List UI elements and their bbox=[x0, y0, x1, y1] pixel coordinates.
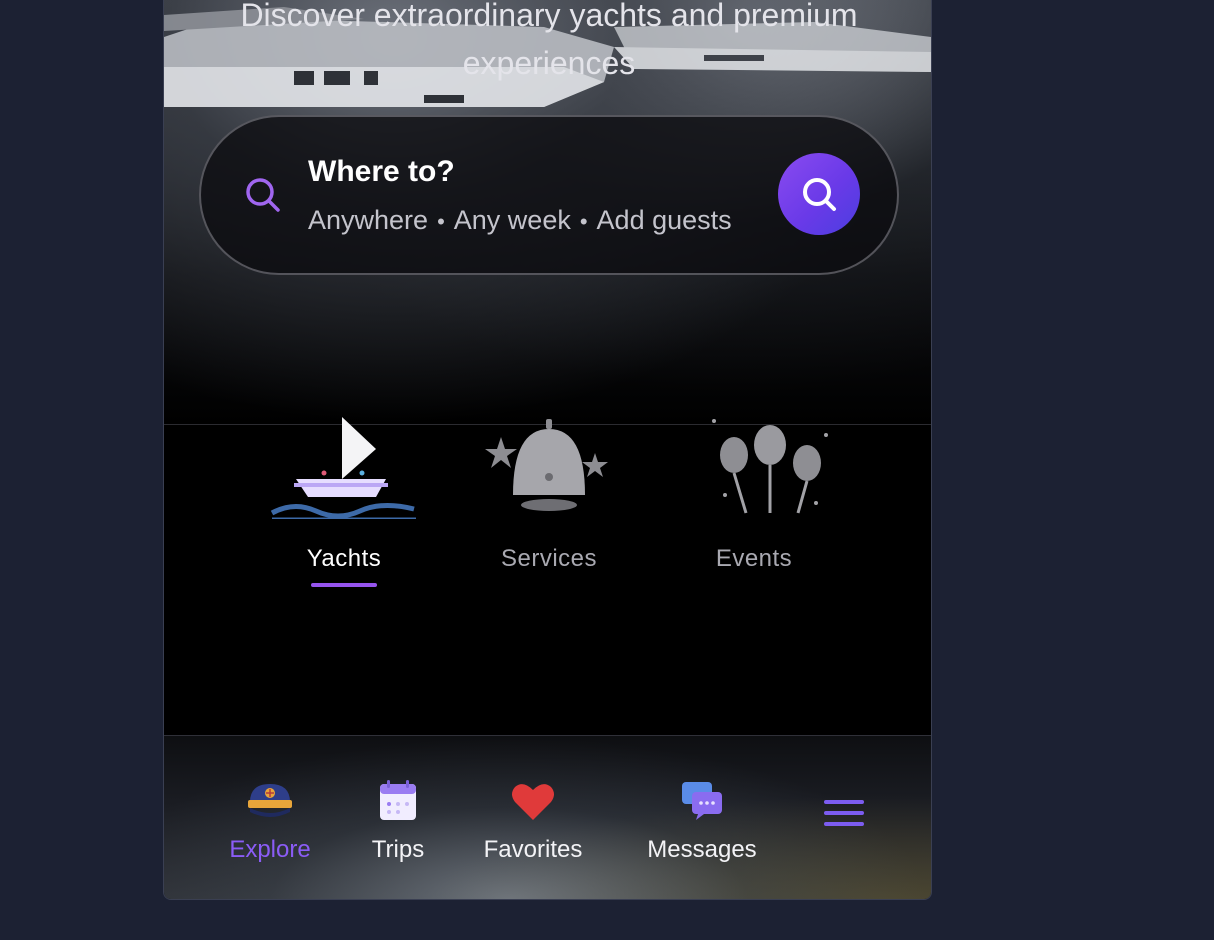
calendar-icon bbox=[380, 780, 416, 820]
category-yachts[interactable]: Yachts bbox=[264, 409, 424, 599]
category-services[interactable]: Services bbox=[469, 409, 629, 599]
nav-favorites[interactable]: Favorites bbox=[470, 736, 596, 899]
category-label: Events bbox=[715, 545, 793, 572]
separator-dot: • bbox=[437, 208, 445, 234]
sailboat-icon bbox=[270, 417, 416, 519]
search-where[interactable]: Anywhere bbox=[308, 205, 428, 235]
menu-line bbox=[824, 822, 864, 826]
hero-tagline: Discover extraordinary yachts and premiu… bbox=[240, 0, 858, 81]
app-screen: Discover extraordinary yachts and premiu… bbox=[163, 0, 932, 900]
search-icon bbox=[803, 178, 836, 211]
nav-explore[interactable]: Explore bbox=[214, 736, 326, 899]
active-indicator bbox=[311, 583, 377, 587]
heart-icon bbox=[512, 784, 554, 820]
nav-messages[interactable]: Messages bbox=[632, 736, 772, 899]
bottom-nav: Explore Trips Favorites Messages bbox=[164, 735, 931, 899]
nav-trips[interactable]: Trips bbox=[348, 736, 448, 899]
search-icon bbox=[246, 178, 280, 212]
menu-line bbox=[824, 800, 864, 804]
hamburger-menu-icon[interactable] bbox=[824, 800, 864, 828]
search-guests[interactable]: Add guests bbox=[597, 205, 732, 235]
search-bar[interactable]: Where to? Anywhere • Any week • Add guests bbox=[199, 115, 899, 275]
separator-dot: • bbox=[579, 208, 588, 234]
menu-line bbox=[824, 811, 864, 815]
category-events[interactable]: Events bbox=[674, 409, 834, 599]
category-label: Services bbox=[500, 545, 598, 572]
search-title: Where to? bbox=[308, 155, 455, 188]
nav-label: Explore bbox=[229, 836, 311, 863]
balloons-icon bbox=[712, 419, 828, 514]
search-summary: Anywhere • Any week • Add guests bbox=[308, 205, 732, 236]
service-bell-icon bbox=[485, 419, 608, 511]
captain-hat-icon bbox=[248, 784, 292, 817]
category-label: Yachts bbox=[306, 545, 382, 572]
nav-label: Trips bbox=[371, 836, 425, 863]
search-button[interactable] bbox=[778, 153, 860, 235]
nav-label: Messages bbox=[647, 836, 757, 863]
search-when[interactable]: Any week bbox=[454, 205, 571, 235]
chat-bubbles-icon bbox=[682, 782, 722, 820]
nav-label: Favorites bbox=[483, 836, 583, 863]
